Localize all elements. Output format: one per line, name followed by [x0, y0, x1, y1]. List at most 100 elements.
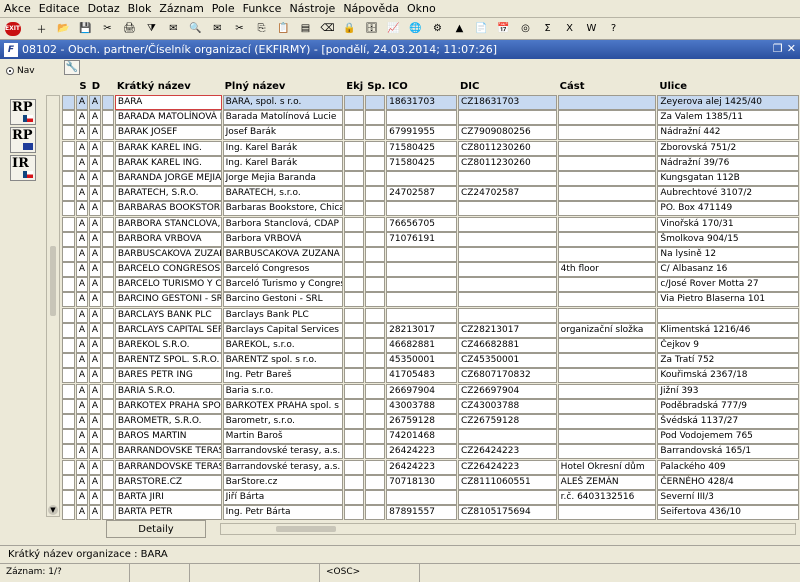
cell-ico[interactable]: 87891557	[386, 505, 457, 521]
cell-spacer[interactable]	[101, 307, 114, 323]
table-row[interactable]: A A BARSTORE.CZ BarStore.cz 70718130 CZ811106…	[62, 474, 800, 490]
cell-ulice[interactable]: Kouřimská 2367/18	[657, 368, 799, 384]
new-record-icon[interactable]: ＋	[32, 20, 51, 38]
cell-cast[interactable]	[557, 368, 657, 384]
cell-ulice[interactable]: Čejkov 9	[657, 338, 799, 353]
cell-spacer[interactable]	[101, 140, 114, 156]
cell-dic[interactable]	[457, 110, 557, 126]
cell-s[interactable]: A	[75, 383, 88, 399]
cell-sp[interactable]	[365, 489, 386, 505]
table-row[interactable]: A A BAREKOL S.R.O. BAREKOL, s.r.o. 46682881 C…	[62, 338, 800, 353]
cell-ekj[interactable]	[344, 353, 365, 369]
cell-spacer[interactable]	[101, 383, 114, 399]
cell-s[interactable]: A	[75, 505, 88, 521]
cell-spacer[interactable]	[101, 398, 114, 414]
cell-sp[interactable]	[365, 292, 386, 308]
cell-d[interactable]: A	[88, 429, 101, 445]
cell-ulice[interactable]: Vinořská 170/31	[657, 216, 799, 232]
cell-ico[interactable]: 70718130	[386, 474, 457, 490]
cell-spacer[interactable]	[101, 125, 114, 141]
clear-icon[interactable]: ⌫	[318, 20, 337, 38]
cell-d[interactable]: A	[88, 186, 101, 202]
cell-full-name[interactable]: Barrandovské terasy, a.s.	[222, 459, 344, 475]
table-row[interactable]: A A BAROMETR, S.R.O. Barometr, s.r.o. 267591…	[62, 413, 800, 429]
cell-ulice[interactable]: Pod Vodojemem 765	[657, 429, 799, 445]
cell-s[interactable]: A	[75, 216, 88, 232]
cell-sp[interactable]	[365, 398, 386, 414]
cell-short-name[interactable]: BARSTORE.CZ	[114, 474, 222, 490]
cell-ico[interactable]: 45350001	[386, 353, 457, 369]
cell-d[interactable]: A	[88, 201, 101, 217]
excel-icon[interactable]: X	[560, 20, 579, 38]
cell-full-name[interactable]: BARATECH, s.r.o.	[222, 186, 344, 202]
cell-ulice[interactable]: Seifertova 436/10	[657, 505, 799, 521]
cell-short-name[interactable]: BARKOTEX PRAHA SPOL.	[114, 398, 222, 414]
globe-icon[interactable]: 🌐	[406, 20, 425, 38]
cell-s[interactable]: A	[75, 489, 88, 505]
cell-short-name[interactable]: BARAK JOSEF	[114, 125, 222, 141]
row-selector[interactable]	[62, 95, 75, 110]
cell-full-name[interactable]: Barclays Bank PLC	[222, 307, 344, 323]
row-selector[interactable]	[62, 383, 75, 399]
cell-ico[interactable]: 26424223	[386, 459, 457, 475]
table-row[interactable]: A A BARRANDOVSKE TERASY Barrandovské terasy…	[62, 444, 800, 460]
row-selector[interactable]	[62, 110, 75, 126]
cell-ekj[interactable]	[344, 322, 365, 338]
table-row[interactable]: A A BARADA MATOLÍNOVÁ LU Barada Matolínová …	[62, 110, 800, 126]
cell-full-name[interactable]: Ing. Karel Barák	[222, 140, 344, 156]
cell-ulice[interactable]: Za Tratí 752	[657, 353, 799, 369]
row-selector[interactable]	[62, 125, 75, 141]
cell-full-name[interactable]: BarStore.cz	[222, 474, 344, 490]
wrench-icon[interactable]: 🔧	[64, 60, 80, 75]
cell-ekj[interactable]	[344, 140, 365, 156]
print-icon[interactable]: 🖨	[120, 20, 139, 38]
cell-ulice[interactable]: Nádražní 39/76	[657, 155, 799, 171]
cell-ulice[interactable]: Kungsgatan 112B	[657, 170, 799, 186]
cell-short-name[interactable]: BARRANDOVSKE TERASY	[114, 459, 222, 475]
cell-dic[interactable]: CZ18631703	[457, 95, 557, 110]
menu-item[interactable]: Dotaz	[84, 0, 124, 18]
cell-spacer[interactable]	[101, 368, 114, 384]
cell-sp[interactable]	[365, 125, 386, 141]
cell-s[interactable]: A	[75, 444, 88, 460]
cell-cast[interactable]	[557, 505, 657, 521]
sigma-icon[interactable]: Σ	[538, 20, 557, 38]
table-row[interactable]: A A BARCLAYS BANK PLC Barclays Bank PLC	[62, 307, 800, 323]
cell-ekj[interactable]	[344, 459, 365, 475]
cell-short-name[interactable]: BARTA JIRI	[114, 489, 222, 505]
mail2-icon[interactable]: ✉	[208, 20, 227, 38]
cell-ulice[interactable]: Palackého 409	[657, 459, 799, 475]
cell-short-name[interactable]: BARCLAYS BANK PLC	[114, 307, 222, 323]
cell-ulice[interactable]: Na lysině 12	[657, 246, 799, 262]
cell-cast[interactable]	[557, 429, 657, 445]
cell-s[interactable]: A	[75, 125, 88, 141]
cell-cast[interactable]	[557, 246, 657, 262]
cell-full-name[interactable]: Jorge Mejia Baranda	[222, 170, 344, 186]
cell-sp[interactable]	[365, 170, 386, 186]
cell-sp[interactable]	[365, 216, 386, 232]
ir-cz-button[interactable]: IR	[10, 155, 36, 181]
cell-dic[interactable]	[457, 231, 557, 247]
cell-full-name[interactable]: Barometr, s.r.o.	[222, 413, 344, 429]
cell-cast[interactable]	[557, 413, 657, 429]
cell-sp[interactable]	[365, 231, 386, 247]
help-icon[interactable]: ?	[604, 20, 623, 38]
cell-full-name[interactable]: Barada Matolínová Lucie	[222, 110, 344, 126]
cell-ico[interactable]	[386, 262, 457, 278]
cell-ico[interactable]: 71076191	[386, 231, 457, 247]
triangle-icon[interactable]: ▲	[450, 20, 469, 38]
save-icon[interactable]: 💾	[76, 20, 95, 38]
cell-ico[interactable]	[386, 489, 457, 505]
cell-s[interactable]: A	[75, 398, 88, 414]
cell-sp[interactable]	[365, 444, 386, 460]
table-row[interactable]: A A BARCELO TURISMO Y CO Barceló Turismo y …	[62, 277, 800, 293]
cell-spacer[interactable]	[101, 155, 114, 171]
cell-spacer[interactable]	[101, 216, 114, 232]
cell-ekj[interactable]	[344, 110, 365, 126]
cell-spacer[interactable]	[101, 277, 114, 293]
cell-ekj[interactable]	[344, 413, 365, 429]
cell-dic[interactable]: CZ7909080256	[457, 125, 557, 141]
cell-sp[interactable]	[365, 110, 386, 126]
cell-d[interactable]: A	[88, 413, 101, 429]
insert-icon[interactable]: ▤	[296, 20, 315, 38]
